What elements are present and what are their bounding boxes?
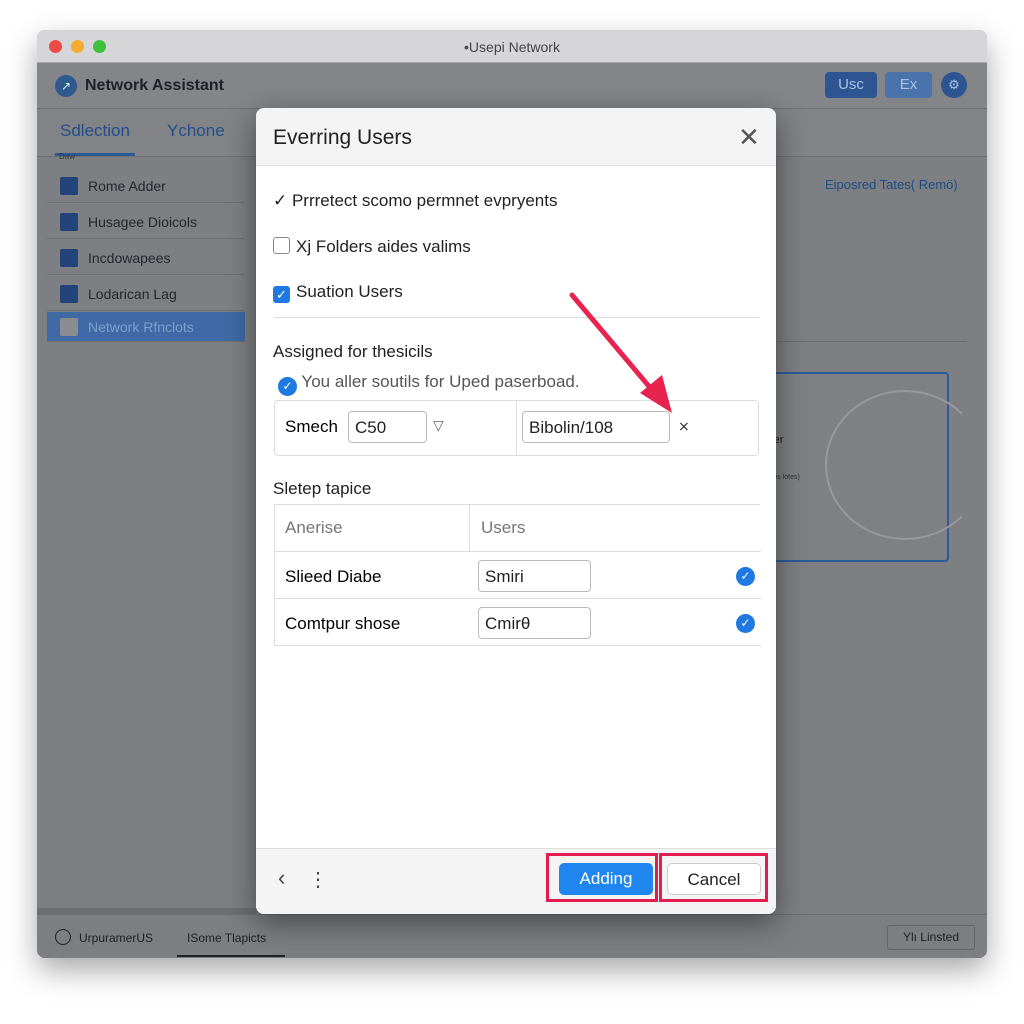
cancel-button[interactable]: Cancel	[667, 863, 761, 895]
footer-tab-indicator	[177, 955, 285, 957]
arc-graphic	[825, 390, 985, 540]
info-line: ✓ You aller soutils for Uped paserboad.	[278, 372, 580, 396]
tab-sublabel: Daw	[59, 152, 76, 161]
header-button-ex[interactable]: Ex	[885, 72, 932, 98]
sidebar-item-label: Incdowapees	[88, 250, 171, 266]
more-icon[interactable]: ⋮	[308, 867, 328, 892]
list-icon	[60, 213, 78, 231]
permission-line: ✓ Prrretect scomo permnet evpryents	[273, 191, 557, 211]
sidebar-item-lodarican[interactable]: Lodarican Lag	[47, 277, 245, 311]
app-header: ↗ Network Assistant Usc Ex ⚙	[37, 63, 987, 109]
check-circle-icon[interactable]: ✓	[736, 567, 755, 586]
clock-icon	[55, 929, 71, 945]
close-icon[interactable]: ✕	[738, 122, 760, 153]
dialog-title: Everring Users	[273, 126, 412, 149]
row-value-input[interactable]: Cmirθ	[478, 607, 591, 639]
check-icon: ✓	[273, 191, 292, 210]
table-row: Comtpur shose Cmirθ ✓	[275, 599, 761, 646]
table-row: Slieed Diabe Smiri ✓	[275, 552, 761, 599]
chevron-down-icon[interactable]: ▽	[433, 417, 444, 434]
dialog: Everring Users ✕ ✓ Prrretect scomo permn…	[256, 108, 776, 914]
sidebar-item-incdowapees[interactable]: Incdowapees	[47, 241, 245, 275]
sidebar-item-network[interactable]: Network Rfnclots	[47, 312, 245, 342]
header-button-usc[interactable]: Usc	[825, 72, 877, 98]
option-folders[interactable]: Xј Folders aides valims	[273, 237, 471, 257]
filter-label: Smech	[285, 417, 338, 436]
footer-item[interactable]: UrpuramerUS	[79, 931, 153, 945]
dialog-header: Everring Users ✕	[256, 108, 776, 166]
annotation-arrow	[569, 292, 672, 413]
table-header: Anerise Users	[275, 505, 761, 552]
option-label: Xј Folders aides valims	[296, 237, 471, 256]
app-logo-icon: ↗	[55, 75, 77, 97]
app-title: Network Assistant	[85, 77, 224, 94]
filter-select[interactable]: C50	[348, 411, 427, 443]
sidebar-item-husagee[interactable]: Husagee Dioicols	[47, 205, 245, 239]
divider	[469, 505, 470, 551]
adding-button[interactable]: Adding	[559, 863, 653, 895]
divider	[516, 401, 517, 455]
window-icon	[60, 318, 78, 336]
sidebar-item-label: Husagee Dioicols	[88, 214, 197, 230]
footer-item[interactable]: ISome Tlapicts	[187, 931, 266, 945]
sidebar-item-label: Lodarican Lag	[88, 286, 177, 302]
installed-button[interactable]: Ylı Linsted	[887, 925, 975, 950]
section-title: Assigned for thesicils	[273, 342, 433, 361]
back-chevron-icon[interactable]: ‹	[278, 865, 285, 891]
preview-panel: older Bantes lotes)	[757, 372, 985, 562]
folders-checkbox[interactable]	[273, 237, 290, 254]
status-bar: UrpuramerUS ISome Tlapicts Ylı Linsted	[37, 914, 987, 958]
window-title: •Usepi Network	[464, 39, 560, 55]
row-name: Comtpur shose	[285, 614, 401, 633]
exposed-tates-link[interactable]: Eiposred Tates( Remö)	[825, 177, 958, 192]
column-header: Anerise	[285, 518, 343, 537]
grid-icon	[60, 249, 78, 267]
permission-text: Prrretect scomo permnet evpryents	[291, 191, 558, 210]
divider	[757, 341, 967, 342]
users-table: Anerise Users Slieed Diabe Smiri ✓ Comtp…	[274, 504, 761, 646]
option-label: Suation Users	[296, 282, 403, 301]
dialog-footer: ‹ ⋮ Adding Cancel	[256, 848, 776, 914]
camera-icon	[60, 177, 78, 195]
check-circle-icon: ✓	[278, 377, 297, 396]
window-icon	[60, 285, 78, 303]
sidebar-item-label: Network Rfnclots	[88, 319, 194, 335]
check-circle-icon[interactable]: ✓	[736, 614, 755, 633]
section-title: Sletep tapice	[273, 479, 372, 498]
info-text: You aller soutils for Uped paserboad.	[301, 372, 580, 391]
sidebar-item-rome-adder[interactable]: Rome Adder	[47, 169, 245, 203]
column-header: Users	[481, 518, 526, 537]
row-value-input[interactable]: Smiri	[478, 560, 591, 592]
tab-ychone[interactable]: Ychone	[167, 121, 225, 141]
title-bar: •Usepi Network	[37, 30, 987, 63]
users-checkbox[interactable]: ✓	[273, 286, 290, 303]
option-users[interactable]: ✓ Suation Users	[273, 282, 403, 303]
sidebar-item-label: Rome Adder	[88, 178, 166, 194]
tab-selection[interactable]: Sdlection	[60, 121, 130, 141]
row-name: Slieed Diabe	[285, 567, 382, 586]
gear-icon[interactable]: ⚙	[941, 72, 967, 98]
